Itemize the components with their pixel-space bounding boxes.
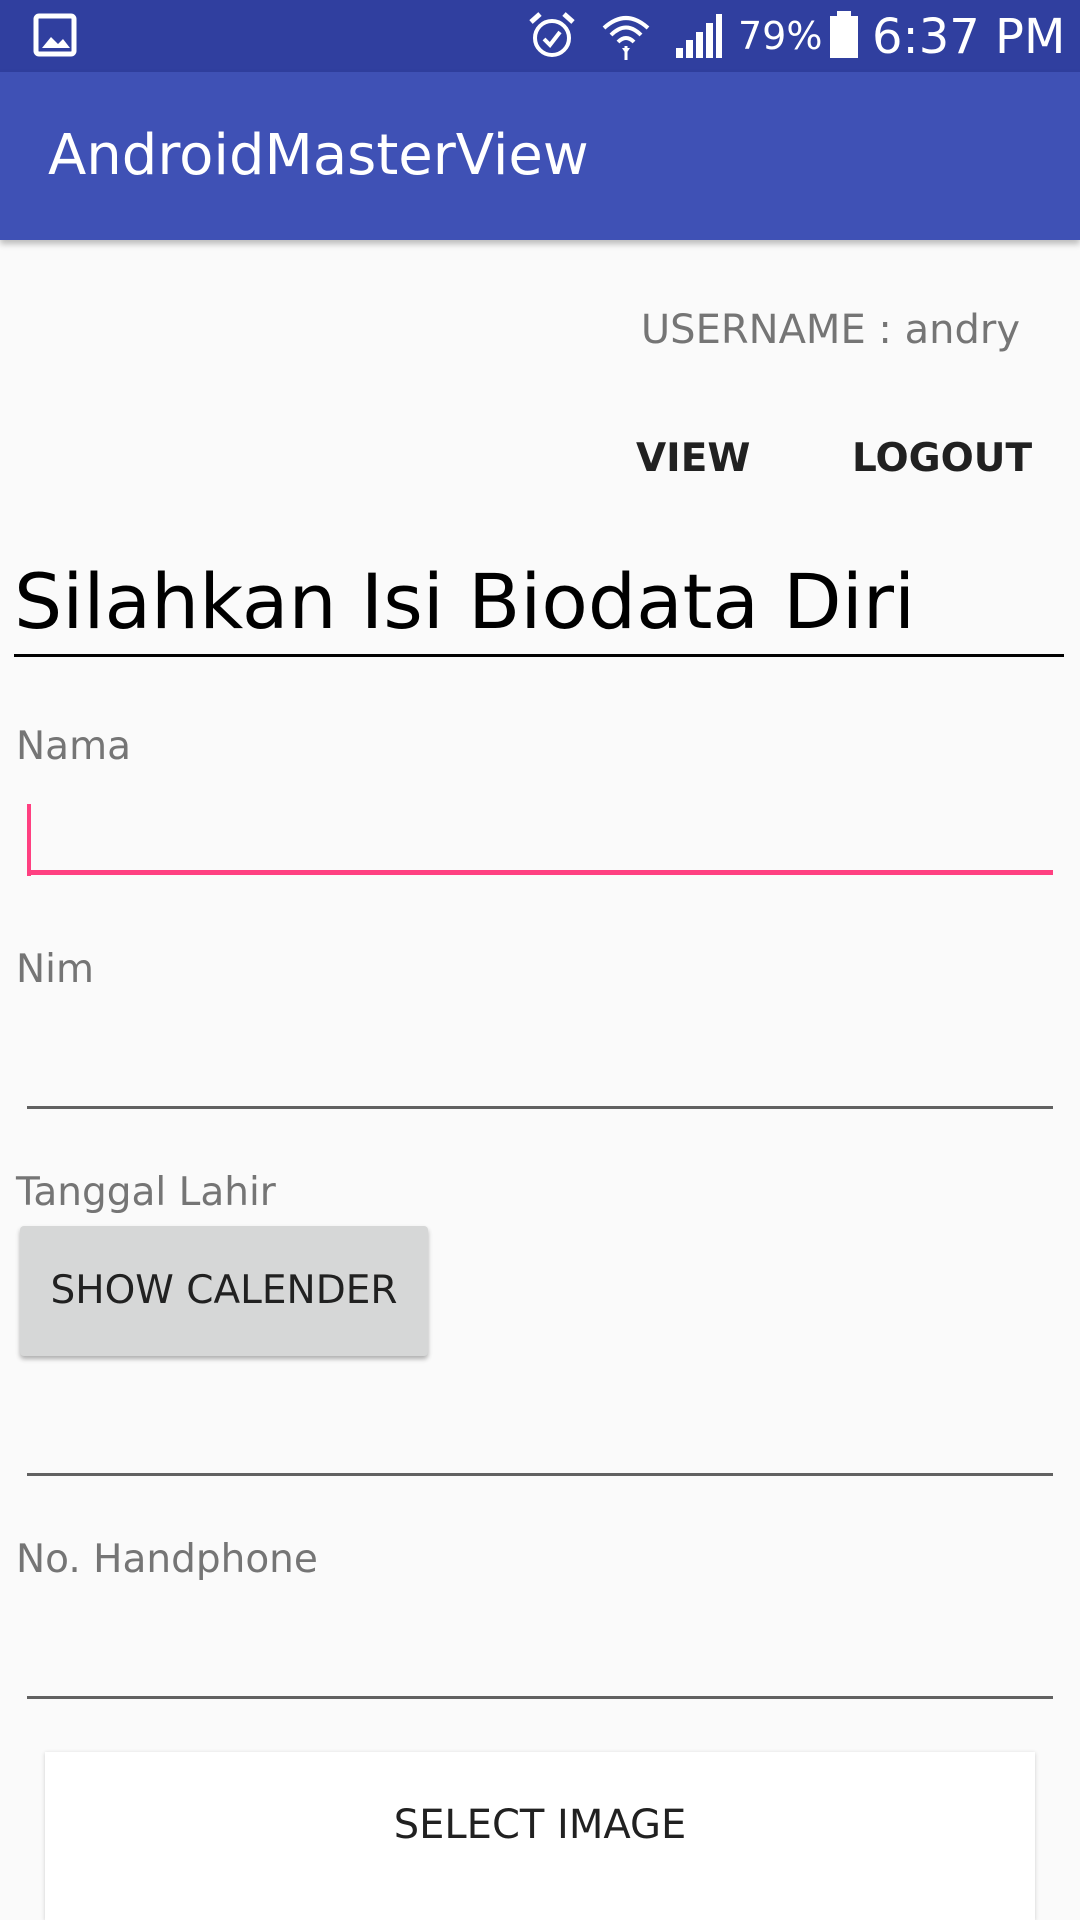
gallery-notification-icon [33, 13, 77, 57]
tanggal-lahir-input[interactable] [27, 1403, 1053, 1476]
text-cursor [27, 804, 31, 876]
tanggal-lahir-label: Tanggal Lahir [16, 1170, 276, 1215]
show-calendar-button[interactable]: SHOW CALENDER [20, 1226, 428, 1356]
app-bar: AndroidMasterView [0, 72, 1080, 240]
wifi-icon [602, 16, 650, 60]
view-button[interactable]: VIEW [636, 428, 750, 490]
alarm-icon [529, 12, 575, 57]
handphone-label: No. Handphone [16, 1537, 318, 1582]
logout-button[interactable]: LOGOUT [852, 428, 1032, 490]
nim-label: Nim [16, 947, 94, 992]
signal-icon [676, 14, 722, 58]
handphone-input[interactable] [27, 1626, 1053, 1699]
battery-icon [830, 11, 858, 58]
page-title: Silahkan Isi Biodata Diri [14, 556, 1064, 657]
nama-input[interactable] [27, 800, 1053, 876]
app-title: AndroidMasterView [48, 123, 589, 188]
username-text: USERNAME : andry [640, 307, 1020, 353]
status-bar: 79% 6:37 PM [0, 0, 1080, 72]
status-clock: 6:37 PM [872, 9, 1066, 65]
nim-input[interactable] [27, 1036, 1053, 1109]
nama-label: Nama [16, 724, 131, 769]
battery-percent: 79% [738, 14, 823, 58]
select-image-button[interactable]: SELECT IMAGE [45, 1752, 1035, 1920]
